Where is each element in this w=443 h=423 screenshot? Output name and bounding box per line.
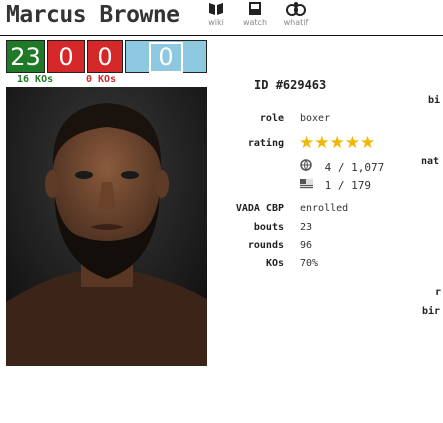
boxer-photo	[6, 87, 207, 366]
id-value: #629463	[275, 78, 327, 92]
record-losses-box: 0	[47, 40, 85, 73]
nav-whatif-label: whatif	[283, 18, 309, 27]
record-draws-value: 0	[149, 42, 183, 73]
kos-label: KOs	[265, 258, 284, 269]
bouts-value: 23	[300, 222, 313, 233]
flag-icon	[300, 179, 314, 192]
rounds-label: rounds	[247, 240, 284, 251]
record-wins-box: 23	[6, 40, 45, 73]
cut-label-nat: nat	[421, 156, 440, 167]
kos-value: 70%	[300, 258, 319, 269]
whatif-icon	[279, 1, 313, 17]
nav-watch-link[interactable]: watch	[238, 1, 272, 27]
boxer-name: Marcus Browne	[6, 2, 180, 28]
bouts-label: bouts	[253, 222, 284, 233]
globe-icon	[300, 159, 314, 174]
rounds-value: 96	[300, 240, 313, 251]
cut-label-bi: bi	[428, 95, 441, 106]
vada-label: VADA CBP	[235, 203, 284, 214]
national-rank-value: 1 / 179	[324, 179, 371, 192]
rating-label: rating	[247, 138, 284, 149]
book-icon	[199, 1, 233, 17]
record-losses-alt-box: 0	[87, 40, 123, 73]
record-draws-box: 0	[125, 40, 207, 73]
film-icon	[238, 1, 272, 17]
nav-watch-label: watch	[242, 18, 268, 27]
nav-whatif-link[interactable]: whatif	[279, 1, 313, 27]
id-label: ID	[254, 78, 269, 92]
losses-ko-count: 0 KOs	[86, 74, 117, 85]
page-header: Marcus Browne wiki watch whatif	[0, 0, 443, 34]
boxer-id: ID #629463	[254, 78, 326, 92]
rating-stars: ★★★★★	[299, 133, 376, 153]
cut-label-r: r	[435, 287, 442, 298]
vada-value: enrolled	[300, 203, 349, 214]
world-rank: 4 / 1,077	[300, 159, 384, 174]
national-rank: 1 / 179	[300, 179, 371, 192]
role-value: boxer	[300, 113, 331, 124]
header-divider	[0, 35, 443, 36]
wins-ko-count: 16 KOs	[17, 74, 54, 85]
nav-wiki-label: wiki	[208, 18, 224, 27]
world-rank-value: 4 / 1,077	[324, 161, 385, 174]
role-label: role	[259, 113, 284, 124]
cut-label-bir: bir	[422, 306, 441, 317]
nav-wiki-link[interactable]: wiki	[199, 1, 233, 27]
